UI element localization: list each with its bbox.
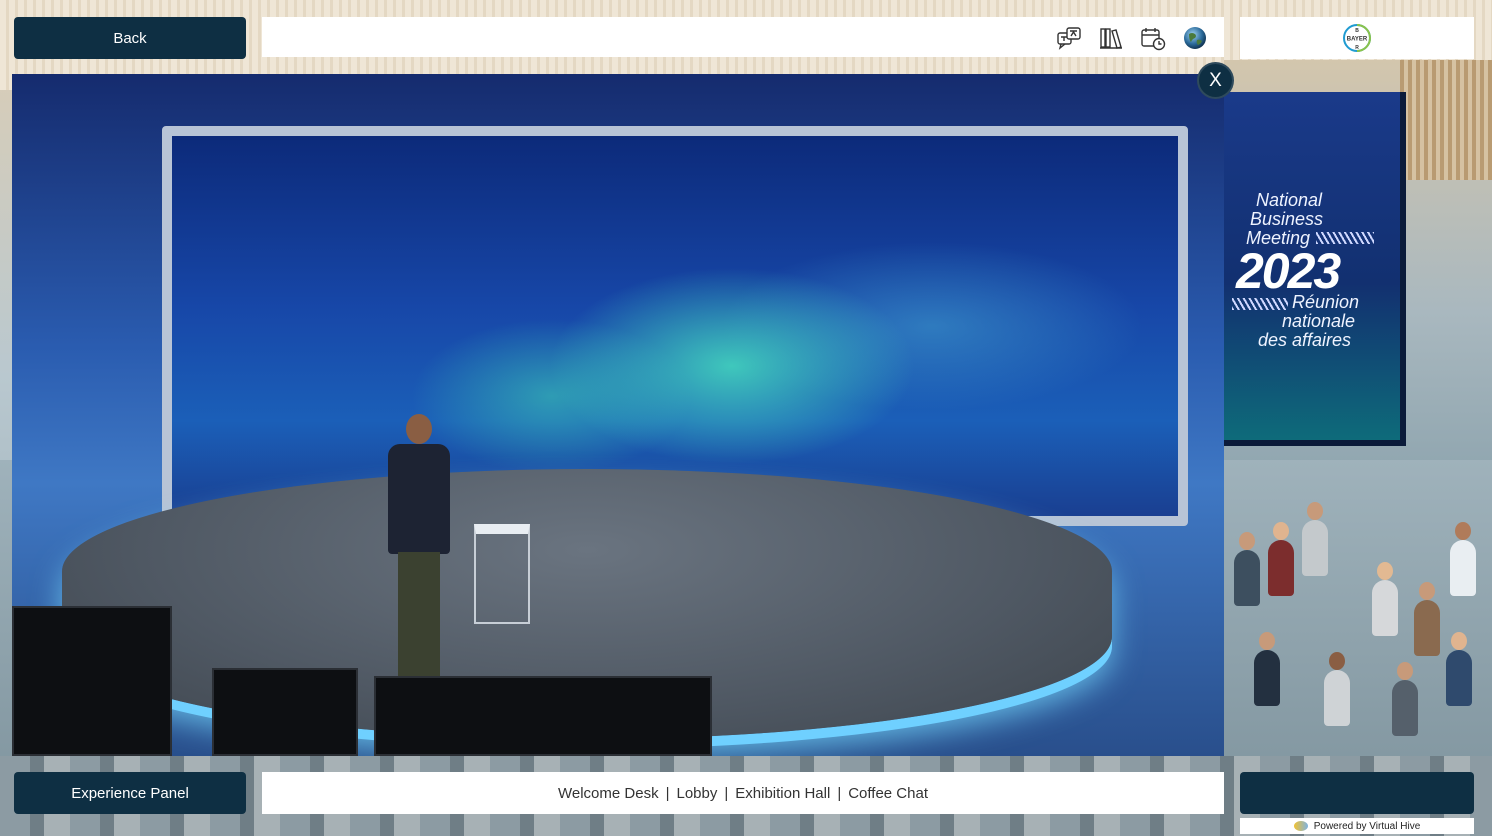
logo-box: BAYER B R	[1240, 17, 1474, 59]
audience-head	[1273, 522, 1289, 540]
right-bottom-panel[interactable]	[1240, 772, 1474, 814]
library-icon[interactable]	[1096, 23, 1126, 53]
camera-rig	[12, 604, 712, 756]
audience-head	[1451, 632, 1467, 650]
audience-member	[1254, 650, 1280, 706]
audience-member	[1234, 550, 1260, 606]
speaker-body	[388, 444, 450, 554]
audience-member	[1414, 600, 1440, 656]
speaker-head	[406, 414, 432, 444]
audience-member	[1446, 650, 1472, 706]
audience-member	[1392, 680, 1418, 736]
audience-member	[1450, 540, 1476, 596]
toolbar-icons	[1054, 23, 1210, 53]
audience-head	[1397, 662, 1413, 680]
audience-head	[1259, 632, 1275, 650]
banner-line-national: National	[1256, 190, 1323, 210]
powered-by: Powered by Virtual Hive	[1240, 818, 1474, 834]
audience-head	[1329, 652, 1345, 670]
audience-member	[1324, 670, 1350, 726]
video-player[interactable]	[12, 74, 1224, 756]
audience-head	[1377, 562, 1393, 580]
nav-lobby[interactable]: Lobby	[672, 785, 721, 802]
nav-separator: |	[837, 784, 842, 802]
banner-hatch	[1232, 298, 1288, 310]
stage-led-screen	[162, 126, 1188, 526]
audience-member	[1268, 540, 1294, 596]
location-nav: Welcome Desk | Lobby | Exhibition Hall |…	[262, 772, 1224, 814]
banner-line-nationale: nationale	[1282, 311, 1356, 331]
calendar-clock-icon[interactable]	[1138, 23, 1168, 53]
wood-slats	[1400, 60, 1492, 180]
event-banner: National Business Meeting 2023 Réunion n…	[1224, 92, 1406, 446]
bayer-logo-text: BAYER	[1347, 37, 1368, 43]
back-button[interactable]: Back	[14, 17, 246, 59]
nav-welcome-desk[interactable]: Welcome Desk	[554, 785, 663, 802]
nav-separator: |	[665, 784, 670, 802]
monitor	[12, 606, 172, 756]
svg-text:R: R	[1355, 45, 1359, 51]
audience-head	[1307, 502, 1323, 520]
svg-text:B: B	[1355, 28, 1359, 34]
experience-panel-button[interactable]: Experience Panel	[14, 772, 246, 814]
nav-exhibition-hall[interactable]: Exhibition Hall	[731, 785, 834, 802]
audience-member	[1372, 580, 1398, 636]
powered-by-text: Powered by Virtual Hive	[1313, 820, 1421, 832]
audience-member	[1302, 520, 1328, 576]
audience-head	[1239, 532, 1255, 550]
close-video-button[interactable]: X	[1197, 62, 1234, 99]
audience-head	[1455, 522, 1471, 540]
audience-head	[1419, 582, 1435, 600]
monitor	[374, 676, 712, 756]
bayer-logo: BAYER B R	[1343, 24, 1371, 52]
banner-line-reunion: Réunion	[1292, 292, 1360, 312]
virtual-hive-logo-icon	[1293, 821, 1308, 831]
banner-line-business: Business	[1250, 209, 1324, 229]
nav-separator: |	[724, 784, 729, 802]
translate-chat-icon[interactable]	[1054, 23, 1084, 53]
banner-line-des-affaires: des affaires	[1258, 330, 1352, 350]
monitor	[212, 668, 358, 756]
audience-crowd	[1224, 480, 1492, 780]
globe-icon[interactable]	[1180, 23, 1210, 53]
nav-coffee-chat[interactable]: Coffee Chat	[844, 785, 932, 802]
top-toolbar	[262, 17, 1224, 57]
